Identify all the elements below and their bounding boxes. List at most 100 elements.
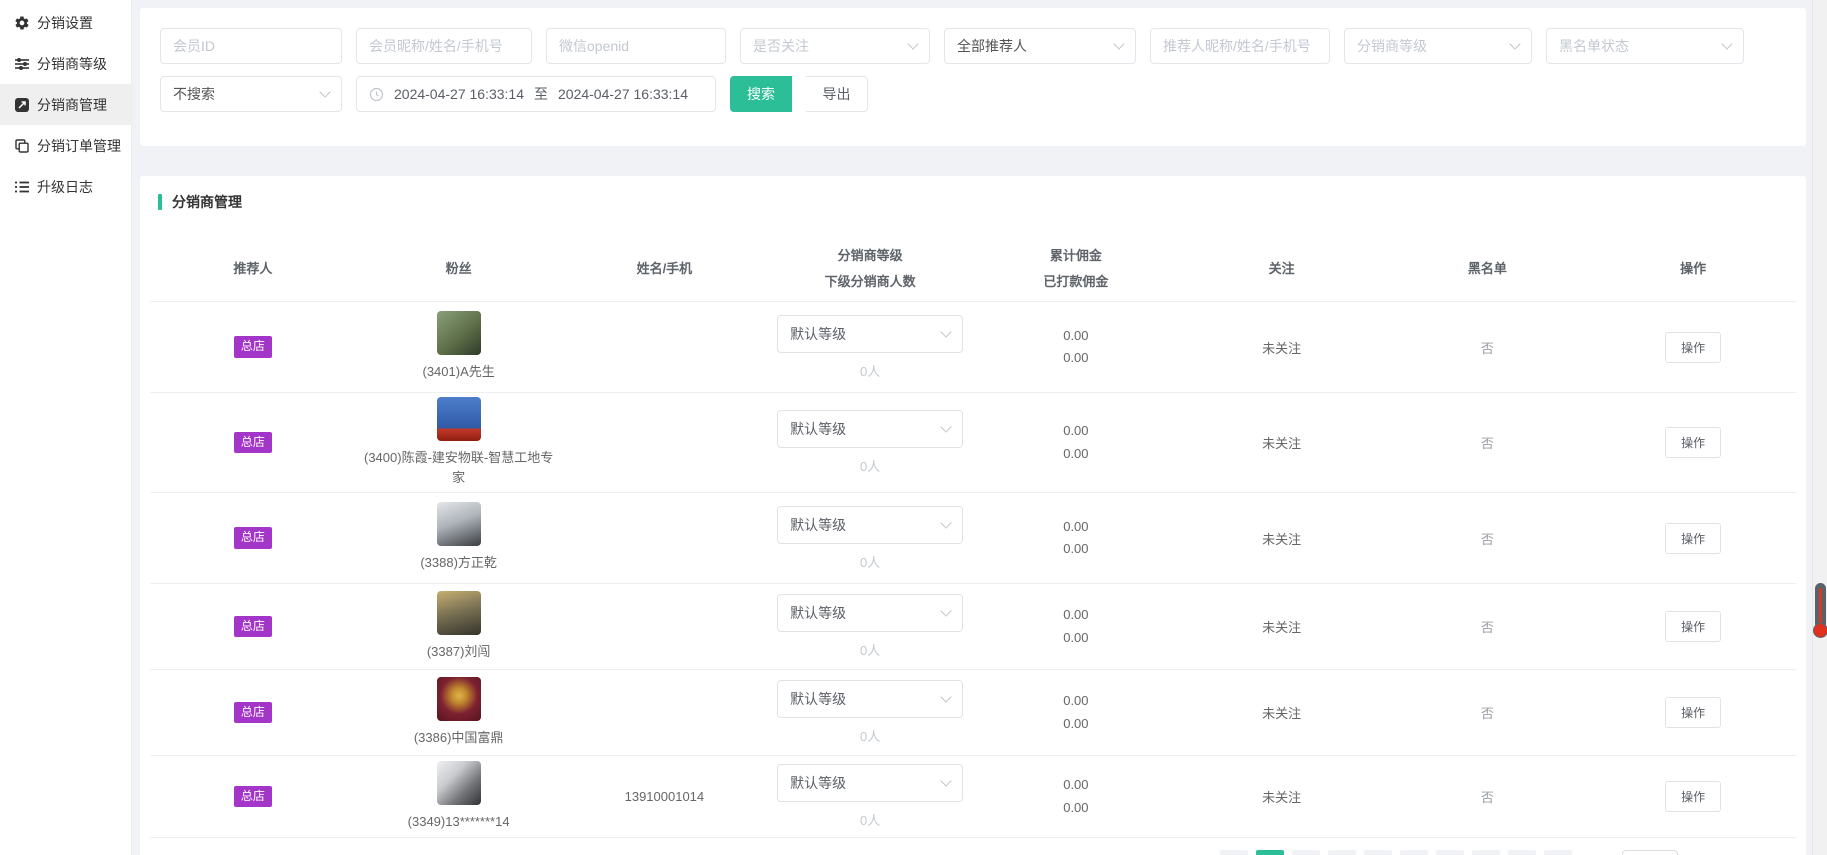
table-row: 总店(3400)陈霞-建安物联-智慧工地专家默认等级0人0.000.00未关注否… [150,393,1796,493]
search-button[interactable]: 搜索 [730,76,792,112]
table-header-cell-0: 推荐人 [150,256,356,282]
sidebar-item-1[interactable]: 分销商等级 [0,43,131,84]
date-end: 2024-04-27 16:33:14 [558,86,688,102]
sidebar-item-0[interactable]: 分销设置 [0,2,131,43]
search-type-select[interactable]: 不搜索 [160,76,342,112]
pager-page-button-5[interactable] [1400,850,1428,855]
row-action-button[interactable]: 操作 [1665,332,1721,363]
scrollbar-track[interactable] [1812,0,1827,855]
row-action-button[interactable]: 操作 [1665,523,1721,554]
filter-select-4[interactable]: 全部推荐人 [944,28,1136,64]
row-action-button[interactable]: 操作 [1665,611,1721,642]
fan-cell: (3387)刘闯 [356,591,562,662]
referrer-cell: 总店 [150,336,356,357]
sidebar-item-4[interactable]: 升级日志 [0,166,131,207]
commission-total: 0.00 [1063,420,1088,442]
referrer-badge: 总店 [234,702,272,723]
commission-paid: 0.00 [1063,713,1088,735]
main-content: 是否关注全部推荐人 分销商等级黑名单状态 不搜索 2024-04-27 16:33… [132,0,1812,855]
filter-panel: 是否关注全部推荐人 分销商等级黑名单状态 不搜索 2024-04-27 16:33… [140,8,1806,146]
blacklist-cell: 否 [1385,787,1591,806]
level-cell: 默认等级0人 [767,315,973,380]
row-action-button[interactable]: 操作 [1665,781,1721,812]
avatar [437,397,481,441]
pager-page-button-8[interactable] [1508,850,1536,855]
table-header-line: 关注 [1179,256,1385,282]
table-header-cell-4: 累计佣金已打款佣金 [973,243,1179,295]
filter-select-6[interactable]: 分销商等级 [1344,28,1532,64]
level-select[interactable]: 默认等级 [777,680,963,718]
level-select-value: 默认等级 [790,603,846,623]
level-cell: 默认等级0人 [767,594,973,659]
filter-input-0[interactable] [160,28,342,64]
blacklist-cell: 否 [1385,338,1591,357]
sliders-icon [14,56,30,72]
level-select-value: 默认等级 [790,324,846,344]
pager-prev-button[interactable] [1220,850,1248,855]
chevron-down-icon [940,775,951,786]
referrer-badge: 总店 [234,527,272,548]
table-header-line: 操作 [1590,256,1796,282]
clock-icon [369,87,384,102]
sidebar-item-label: 分销设置 [37,13,93,33]
filter-select-3[interactable]: 是否关注 [740,28,930,64]
section-title-row: 分销商管理 [150,192,1796,212]
scroll-thermometer-widget[interactable] [1815,583,1826,629]
action-cell: 操作 [1590,427,1796,458]
commission-cell: 0.000.00 [973,690,1179,734]
pager-page-button-6[interactable] [1436,850,1464,855]
chevron-down-icon [1721,38,1732,49]
row-action-button[interactable]: 操作 [1665,697,1721,728]
chevron-down-icon [1113,38,1124,49]
level-select[interactable]: 默认等级 [777,764,963,802]
sidebar-item-3[interactable]: 分销订单管理 [0,125,131,166]
fan-name: (3386)中国富鼎 [414,728,504,748]
level-select[interactable]: 默认等级 [777,594,963,632]
pager-page-button-3[interactable] [1328,850,1356,855]
action-cell: 操作 [1590,332,1796,363]
commission-total: 0.00 [1063,604,1088,626]
level-select-value: 默认等级 [790,515,846,535]
referrer-badge: 总店 [234,786,272,807]
level-select[interactable]: 默认等级 [777,315,963,353]
date-separator: 至 [534,84,548,104]
table-header-line: 下级分销商人数 [767,269,973,295]
filter-input-2[interactable] [546,28,726,64]
fan-cell: (3386)中国富鼎 [356,677,562,748]
fan-name: (3387)刘闯 [427,642,491,662]
filter-input-5[interactable] [1150,28,1330,64]
search-type-value: 不搜索 [173,84,215,104]
sidebar-item-2[interactable]: 分销商管理 [0,84,131,125]
pager-page-size-select[interactable] [1622,850,1678,855]
name-phone-cell: 13910001014 [562,789,768,804]
follow-status: 未关注 [1262,338,1301,357]
chevron-down-icon [1509,38,1520,49]
date-start: 2024-04-27 16:33:14 [394,86,524,102]
blacklist-status: 否 [1481,529,1494,548]
filter-input-1[interactable] [356,28,532,64]
level-select[interactable]: 默认等级 [777,506,963,544]
chevron-down-icon [940,421,951,432]
referrer-cell: 总店 [150,527,356,548]
export-button[interactable]: 导出 [806,76,868,112]
pager-page-button-1[interactable] [1256,850,1284,855]
sidebar: 分销设置分销商等级分销商管理分销订单管理升级日志 [0,0,132,855]
referrer-badge: 总店 [234,616,272,637]
sidebar-item-label: 分销商等级 [37,54,107,74]
filter-select-7[interactable]: 黑名单状态 [1546,28,1744,64]
table-header-line: 已打款佣金 [973,269,1179,295]
blacklist-cell: 否 [1385,529,1591,548]
level-select[interactable]: 默认等级 [777,410,963,448]
pager-page-button-2[interactable] [1292,850,1320,855]
action-cell: 操作 [1590,523,1796,554]
date-range-input[interactable]: 2024-04-27 16:33:14 至 2024-04-27 16:33:1… [356,76,716,112]
chevron-down-icon [940,691,951,702]
copy-icon [14,138,30,154]
table-header-cell-6: 黑名单 [1385,256,1591,282]
pager-page-button-7[interactable] [1472,850,1500,855]
fan-name: (3401)A先生 [423,362,495,382]
pager-page-button-4[interactable] [1364,850,1392,855]
pager-page-button-9[interactable] [1544,850,1572,855]
row-action-button[interactable]: 操作 [1665,427,1721,458]
sidebar-item-label: 分销订单管理 [37,136,121,156]
